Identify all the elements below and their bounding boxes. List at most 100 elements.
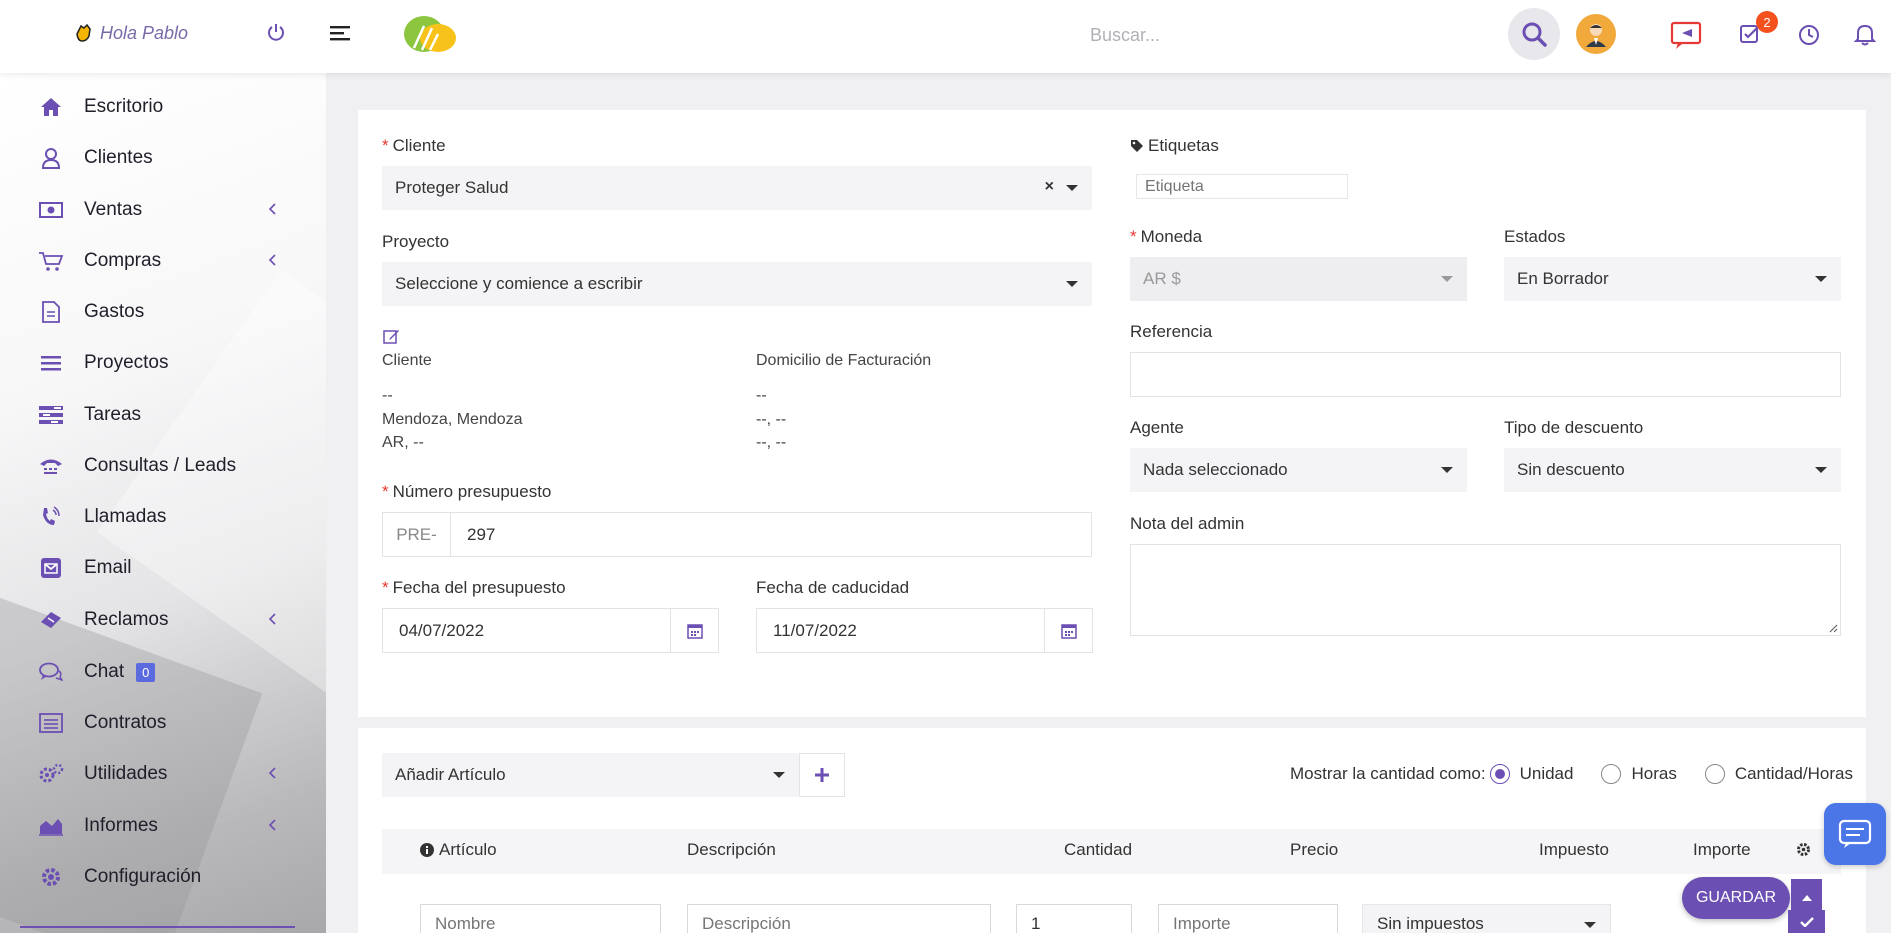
descuento-label: Tipo de descuento bbox=[1504, 418, 1644, 437]
agente-select[interactable]: Nada seleccionado bbox=[1130, 448, 1467, 492]
tty-icon bbox=[38, 453, 64, 479]
caducidad-input[interactable]: 11/07/2022 bbox=[756, 608, 1093, 653]
item-price-input[interactable] bbox=[1158, 904, 1338, 933]
money-icon bbox=[38, 197, 64, 223]
chevron-left-icon bbox=[268, 613, 276, 625]
item-quantity-input[interactable]: 1 bbox=[1016, 904, 1132, 933]
col-descripcion: Descripción bbox=[687, 840, 776, 859]
col-precio: Precio bbox=[1290, 840, 1339, 859]
radio-horas-label: Horas bbox=[1631, 764, 1677, 783]
cog-icon bbox=[38, 864, 64, 890]
check-icon bbox=[1799, 916, 1814, 927]
moneda-label: * Moneda bbox=[1130, 227, 1203, 246]
radio-unidad[interactable] bbox=[1489, 764, 1510, 784]
radio-horas[interactable] bbox=[1601, 764, 1622, 784]
confirm-button[interactable] bbox=[1788, 910, 1825, 933]
chevron-down-icon bbox=[1066, 185, 1078, 191]
sidebar-item-gastos[interactable]: Gastos bbox=[38, 292, 288, 332]
chat-fab-button[interactable] bbox=[1824, 803, 1886, 865]
add-article-select[interactable]: Añadir Artículo bbox=[382, 753, 799, 797]
save-button[interactable]: GUARDAR bbox=[1682, 877, 1790, 919]
announcements-icon[interactable] bbox=[1670, 20, 1704, 50]
menu-toggle-icon[interactable] bbox=[330, 25, 350, 43]
calendar-icon[interactable] bbox=[670, 609, 718, 652]
billing-col-title: Domicilio de Facturación bbox=[756, 352, 932, 369]
cliente-select[interactable]: Proteger Salud × bbox=[382, 166, 1092, 210]
nota-label: Nota del admin bbox=[1130, 514, 1245, 533]
calendar-icon[interactable] bbox=[1044, 609, 1092, 652]
chevron-down-icon bbox=[1815, 467, 1827, 473]
fecha-input[interactable]: 04/07/2022 bbox=[382, 608, 719, 653]
item-description-input[interactable] bbox=[687, 904, 991, 933]
sidebar-item-compras[interactable]: Compras bbox=[38, 241, 288, 281]
chevron-left-icon bbox=[268, 254, 276, 266]
client-line-1: -- bbox=[382, 387, 393, 404]
sidebar-item-llamadas[interactable]: Llamadas bbox=[38, 497, 288, 537]
sidebar-item-utilidades[interactable]: Utilidades bbox=[38, 754, 288, 794]
numero-label: * Número presupuesto bbox=[382, 482, 552, 501]
moneda-select[interactable]: AR $ bbox=[1130, 257, 1467, 301]
sidebar-item-tareas[interactable]: Tareas bbox=[38, 395, 288, 435]
cogs-icon bbox=[38, 761, 64, 787]
sidebar-item-configuracion[interactable]: Configuración bbox=[38, 857, 288, 897]
add-article-button[interactable] bbox=[799, 753, 845, 797]
billing-line-2: --, -- bbox=[756, 411, 787, 428]
bell-icon[interactable] bbox=[1854, 22, 1876, 46]
referencia-input[interactable] bbox=[1130, 352, 1841, 397]
cart-icon bbox=[38, 248, 64, 274]
proyecto-label: Proyecto bbox=[382, 232, 450, 251]
search-button[interactable] bbox=[1508, 8, 1560, 60]
sidebar-item-clientes[interactable]: Clientes bbox=[38, 138, 288, 178]
search-input[interactable] bbox=[1090, 18, 1490, 52]
user-greeting[interactable]: Hola Pablo bbox=[72, 22, 188, 44]
item-name-input[interactable] bbox=[420, 904, 661, 933]
sidebar-item-contratos[interactable]: Contratos bbox=[38, 703, 288, 743]
user-icon bbox=[38, 145, 64, 171]
billing-line-1: -- bbox=[756, 387, 767, 404]
radio-cantidad-horas[interactable] bbox=[1704, 764, 1725, 784]
clear-icon[interactable]: × bbox=[1045, 178, 1054, 196]
nota-textarea[interactable] bbox=[1130, 544, 1841, 636]
top-bar: Hola Pablo 2 bbox=[0, 0, 1891, 73]
chat-bubble-icon bbox=[1838, 819, 1872, 849]
sidebar-item-ventas[interactable]: Ventas bbox=[38, 190, 288, 230]
power-icon[interactable] bbox=[266, 22, 286, 44]
sidebar-item-email[interactable]: Email bbox=[38, 548, 288, 588]
proyecto-select[interactable]: Seleccione y comience a escribir bbox=[382, 262, 1092, 306]
cliente-label: * Cliente bbox=[382, 136, 446, 155]
search-icon bbox=[1521, 21, 1547, 47]
sidebar-item-informes[interactable]: Informes bbox=[38, 806, 288, 846]
etiquetas-label: Etiquetas bbox=[1130, 136, 1219, 156]
radio-cantidad-horas-label: Cantidad/Horas bbox=[1734, 764, 1853, 783]
sidebar-item-consultas[interactable]: Consultas / Leads bbox=[38, 446, 288, 486]
sidebar-item-escritorio[interactable]: Escritorio bbox=[38, 87, 288, 127]
app-logo[interactable] bbox=[402, 12, 458, 56]
sidebar-item-reclamos[interactable]: Reclamos bbox=[38, 600, 288, 640]
chevron-down-icon bbox=[1815, 276, 1827, 282]
hand-icon bbox=[72, 22, 94, 44]
qty-display-label: Mostrar la cantidad como: bbox=[1290, 764, 1486, 783]
info-icon bbox=[420, 843, 434, 857]
numero-value: 297 bbox=[467, 524, 496, 544]
clock-icon[interactable] bbox=[1798, 24, 1820, 46]
file-icon bbox=[38, 299, 64, 325]
numero-input[interactable]: PRE- 297 bbox=[382, 512, 1092, 557]
sidebar-item-chat[interactable]: Chat 0 bbox=[38, 652, 288, 692]
etiqueta-input[interactable] bbox=[1136, 174, 1348, 199]
comments-icon bbox=[38, 659, 64, 685]
tasks-icon bbox=[38, 402, 64, 428]
descuento-select[interactable]: Sin descuento bbox=[1504, 448, 1841, 492]
resize-handle-icon[interactable] bbox=[1828, 623, 1838, 633]
col-articulo: Artículo bbox=[420, 840, 497, 860]
edit-address-icon[interactable] bbox=[383, 329, 400, 344]
estados-select[interactable]: En Borrador bbox=[1504, 257, 1841, 301]
avatar[interactable] bbox=[1576, 14, 1616, 54]
billing-line-3: --, -- bbox=[756, 434, 787, 451]
table-settings-icon[interactable] bbox=[1796, 842, 1811, 857]
caret-up-icon bbox=[1801, 895, 1812, 901]
item-tax-select[interactable]: Sin impuestos bbox=[1362, 904, 1611, 933]
chevron-down-icon bbox=[1441, 276, 1453, 282]
sidebar-item-proyectos[interactable]: Proyectos bbox=[38, 343, 288, 383]
radio-unidad-label: Unidad bbox=[1519, 764, 1574, 783]
col-importe: Importe bbox=[1693, 840, 1751, 859]
